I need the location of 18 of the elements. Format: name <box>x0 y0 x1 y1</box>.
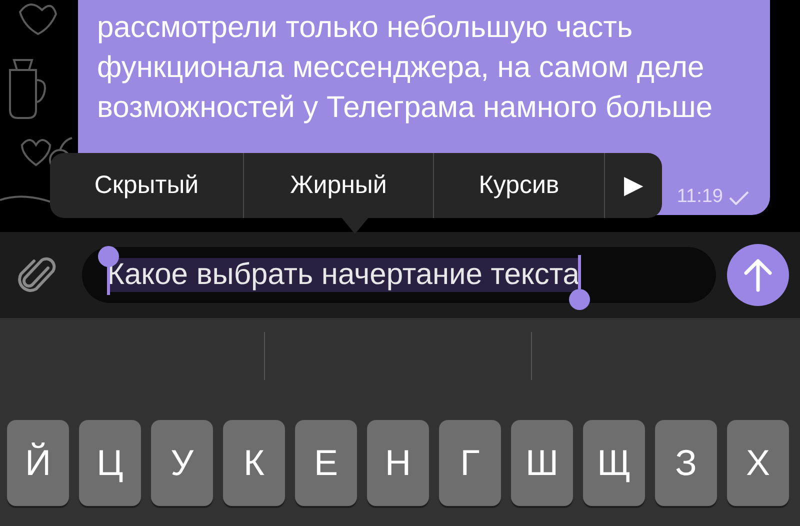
message-text: рассмотрели только небольшую часть функционала мессенджера, на самом деле возможностей у Телеграма намного больше <box>97 10 714 126</box>
keyboard-key[interactable]: У <box>151 420 213 506</box>
keyboard-key[interactable]: Е <box>295 420 357 506</box>
menu-item[interactable]: Курсив <box>433 153 604 218</box>
menu-item[interactable]: Жирный <box>243 153 433 218</box>
keyboard-key[interactable]: Х <box>727 420 789 506</box>
keyboard-key[interactable]: К <box>223 420 285 506</box>
message-time: 11:19 <box>676 185 723 210</box>
keyboard-key[interactable]: Ц <box>79 420 141 506</box>
keyboard-key[interactable]: Щ <box>583 420 645 506</box>
keyboard-key[interactable]: Г <box>439 420 501 506</box>
keyboard-key[interactable]: Ш <box>511 420 573 506</box>
keyboard-key[interactable]: Н <box>367 420 429 506</box>
keyboard-key[interactable]: З <box>655 420 717 506</box>
menu-item[interactable]: Скрытый <box>50 153 243 218</box>
more-button[interactable]: ▶ <box>604 153 662 218</box>
keyboard-key[interactable]: Й <box>7 420 69 506</box>
up-arrow-icon <box>743 258 773 292</box>
